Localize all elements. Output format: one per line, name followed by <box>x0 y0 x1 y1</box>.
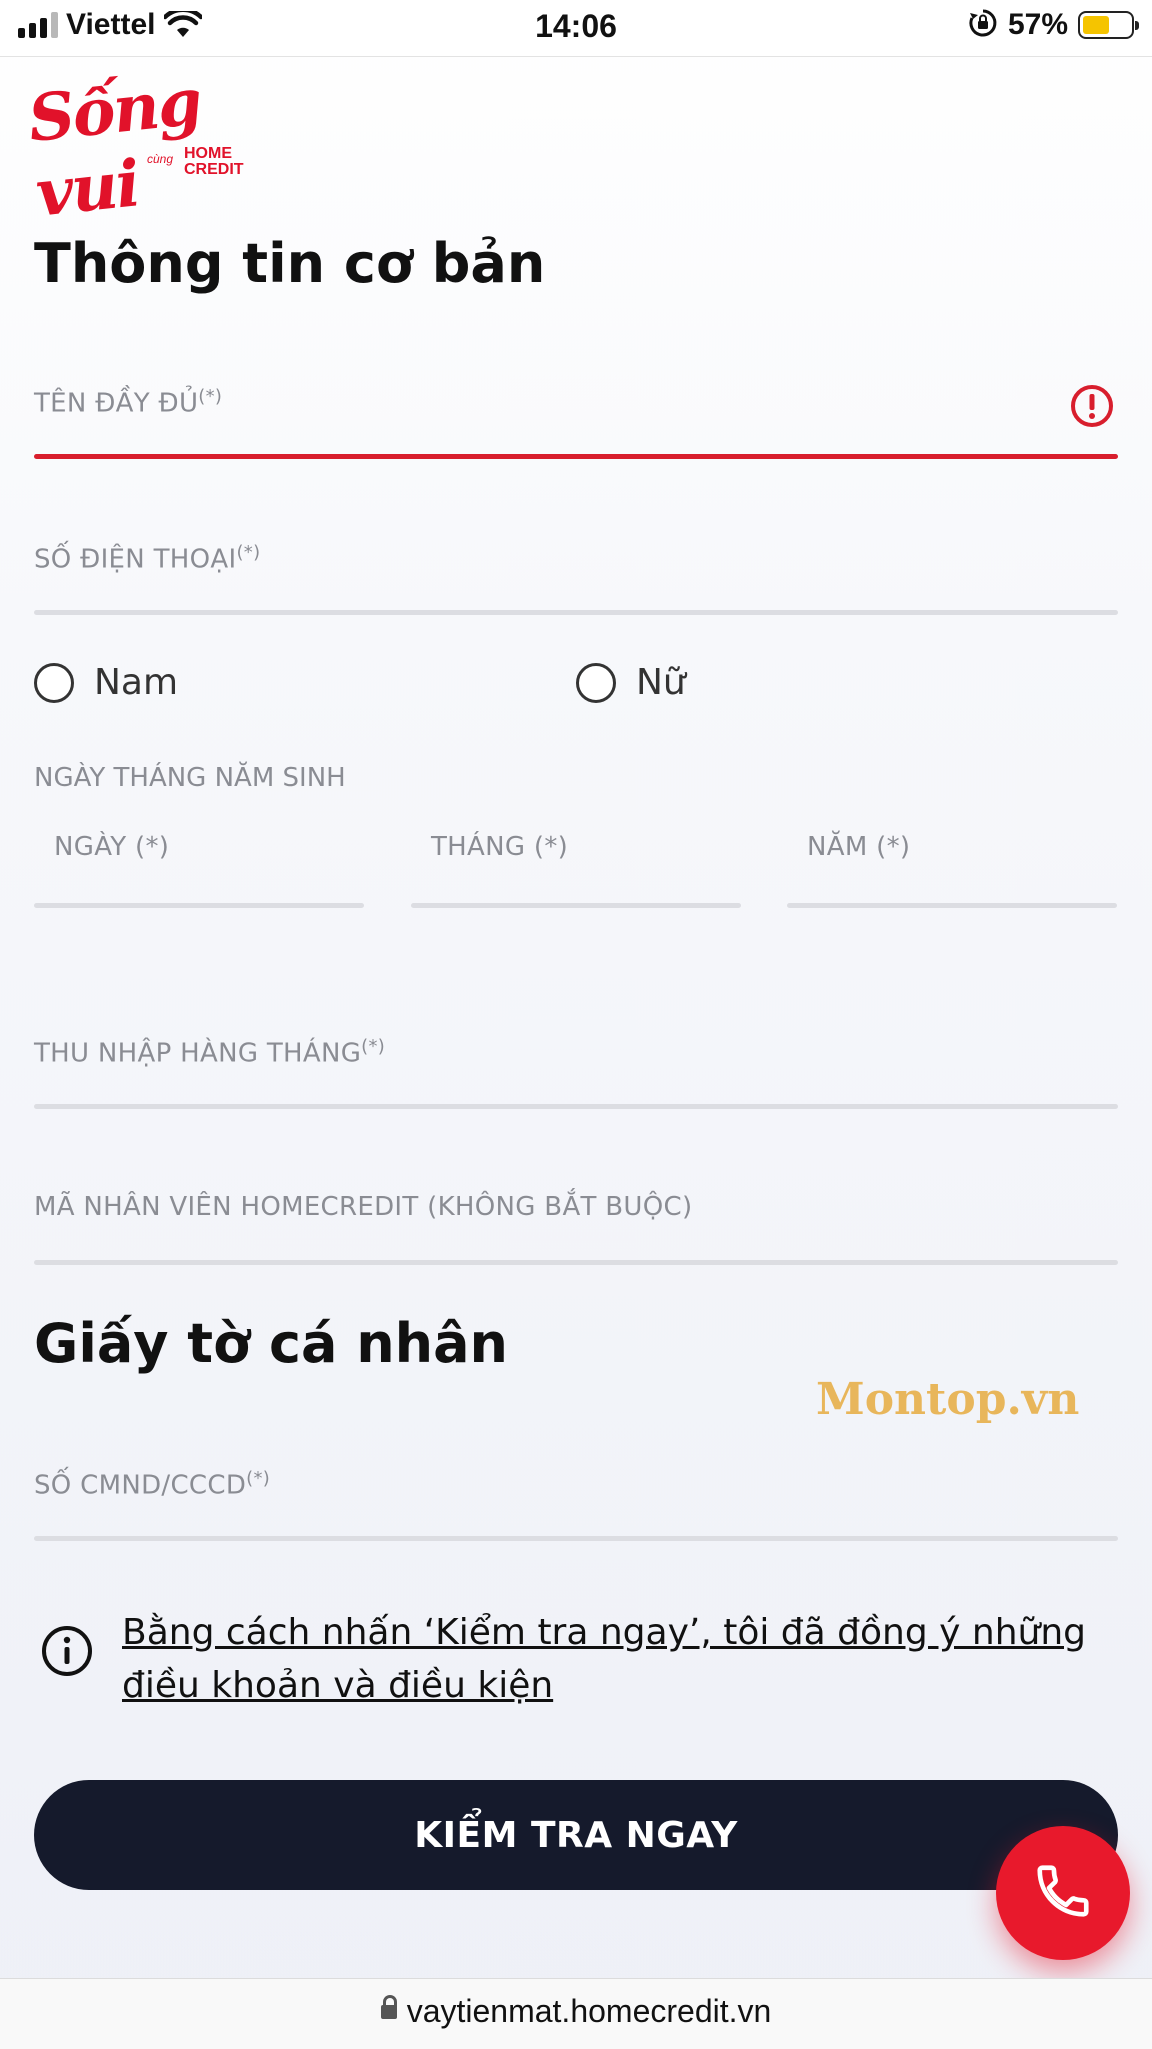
logo-sub-text: cùng <box>147 152 174 166</box>
phone-label: SỐ ĐIỆN THOẠI(*) <box>34 542 261 575</box>
status-right: 57% <box>968 8 1139 42</box>
phone-underline <box>34 610 1118 615</box>
basic-info-title: Thông tin cơ bản <box>34 232 546 295</box>
dob-year-field[interactable]: NĂM (*) <box>787 820 1117 908</box>
gender-label-nu: Nữ <box>636 662 686 703</box>
dob-caption: NGÀY THÁNG NĂM SINH <box>34 763 346 793</box>
full-name-underline <box>34 454 1118 459</box>
id-number-underline <box>34 1536 1118 1541</box>
dob-day-underline <box>34 903 364 908</box>
call-button[interactable] <box>996 1826 1130 1960</box>
income-underline <box>34 1104 1118 1109</box>
full-name-label: TÊN ĐẦY ĐỦ(*) <box>34 386 223 419</box>
income-label: THU NHẬP HÀNG THÁNG(*) <box>34 1036 386 1069</box>
logo-script-text: Sống vui <box>24 64 204 232</box>
radio-unchecked-icon <box>34 662 74 703</box>
rotation-lock-icon <box>968 8 998 42</box>
logo-brand-text: HOME CREDIT <box>184 146 244 178</box>
dob-year-label: NĂM (*) <box>807 832 911 862</box>
brand-logo[interactable]: Sống vui cùng HOME CREDIT <box>25 64 262 231</box>
check-now-button[interactable]: KIỂM TRA NGAY <box>34 1780 1118 1890</box>
radio-unchecked-icon <box>576 662 616 703</box>
employee-code-field[interactable]: MÃ NHÂN VIÊN HOMECREDIT (KHÔNG BẮT BUỘC) <box>34 1182 1118 1266</box>
signal-icon <box>18 12 58 38</box>
phone-icon <box>1032 1860 1094 1926</box>
browser-url-bar[interactable]: vaytienmat.homecredit.vn <box>0 1978 1152 2049</box>
gender-label-nam: Nam <box>94 662 179 703</box>
gender-radio-nu[interactable]: Nữ <box>576 662 686 703</box>
id-number-label: SỐ CMND/CCCD(*) <box>34 1468 271 1501</box>
battery-level-fill <box>1083 16 1110 34</box>
dob-day-label: NGÀY (*) <box>54 832 170 862</box>
carrier-name: Viettel <box>66 8 156 41</box>
logo-brand-line2: CREDIT <box>184 161 244 178</box>
wifi-icon <box>163 11 202 39</box>
url-text: vaytienmat.homecredit.vn <box>406 1993 772 2029</box>
lock-icon <box>380 1994 397 2019</box>
employee-code-underline <box>34 1260 1118 1265</box>
gender-radio-group: Nam Nữ <box>34 656 1118 716</box>
battery-percent: 57% <box>1007 8 1068 41</box>
status-left: Viettel <box>18 8 202 42</box>
employee-code-label: MÃ NHÂN VIÊN HOMECREDIT (KHÔNG BẮT BUỘC) <box>34 1192 693 1222</box>
url-display: vaytienmat.homecredit.vn <box>0 1993 1152 2030</box>
battery-icon <box>1078 11 1139 39</box>
full-name-field[interactable]: TÊN ĐẦY ĐỦ(*) <box>34 376 1118 460</box>
status-bar: Viettel 14:06 57% <box>0 0 1152 57</box>
info-icon <box>40 1624 94 1678</box>
dob-month-field[interactable]: THÁNG (*) <box>411 820 741 908</box>
dob-year-underline <box>787 903 1117 908</box>
documents-title: Giấy tờ cá nhân <box>34 1312 509 1375</box>
income-field[interactable]: THU NHẬP HÀNG THÁNG(*) <box>34 1026 1118 1110</box>
watermark: Montop.vn <box>816 1374 1080 1425</box>
phone-field[interactable]: SỐ ĐIỆN THOẠI(*) <box>34 532 1118 616</box>
dob-month-underline <box>411 903 741 908</box>
dob-day-field[interactable]: NGÀY (*) <box>34 820 364 908</box>
terms-link[interactable]: Bằng cách nhấn ‘Kiểm tra ngay’, tôi đã đ… <box>122 1606 1112 1712</box>
dob-month-label: THÁNG (*) <box>431 832 569 862</box>
logo-brand-line1: HOME <box>184 145 232 162</box>
error-alert-icon <box>1070 384 1114 428</box>
id-number-field[interactable]: SỐ CMND/CCCD(*) <box>34 1458 1118 1542</box>
gender-radio-nam[interactable]: Nam <box>34 662 178 703</box>
